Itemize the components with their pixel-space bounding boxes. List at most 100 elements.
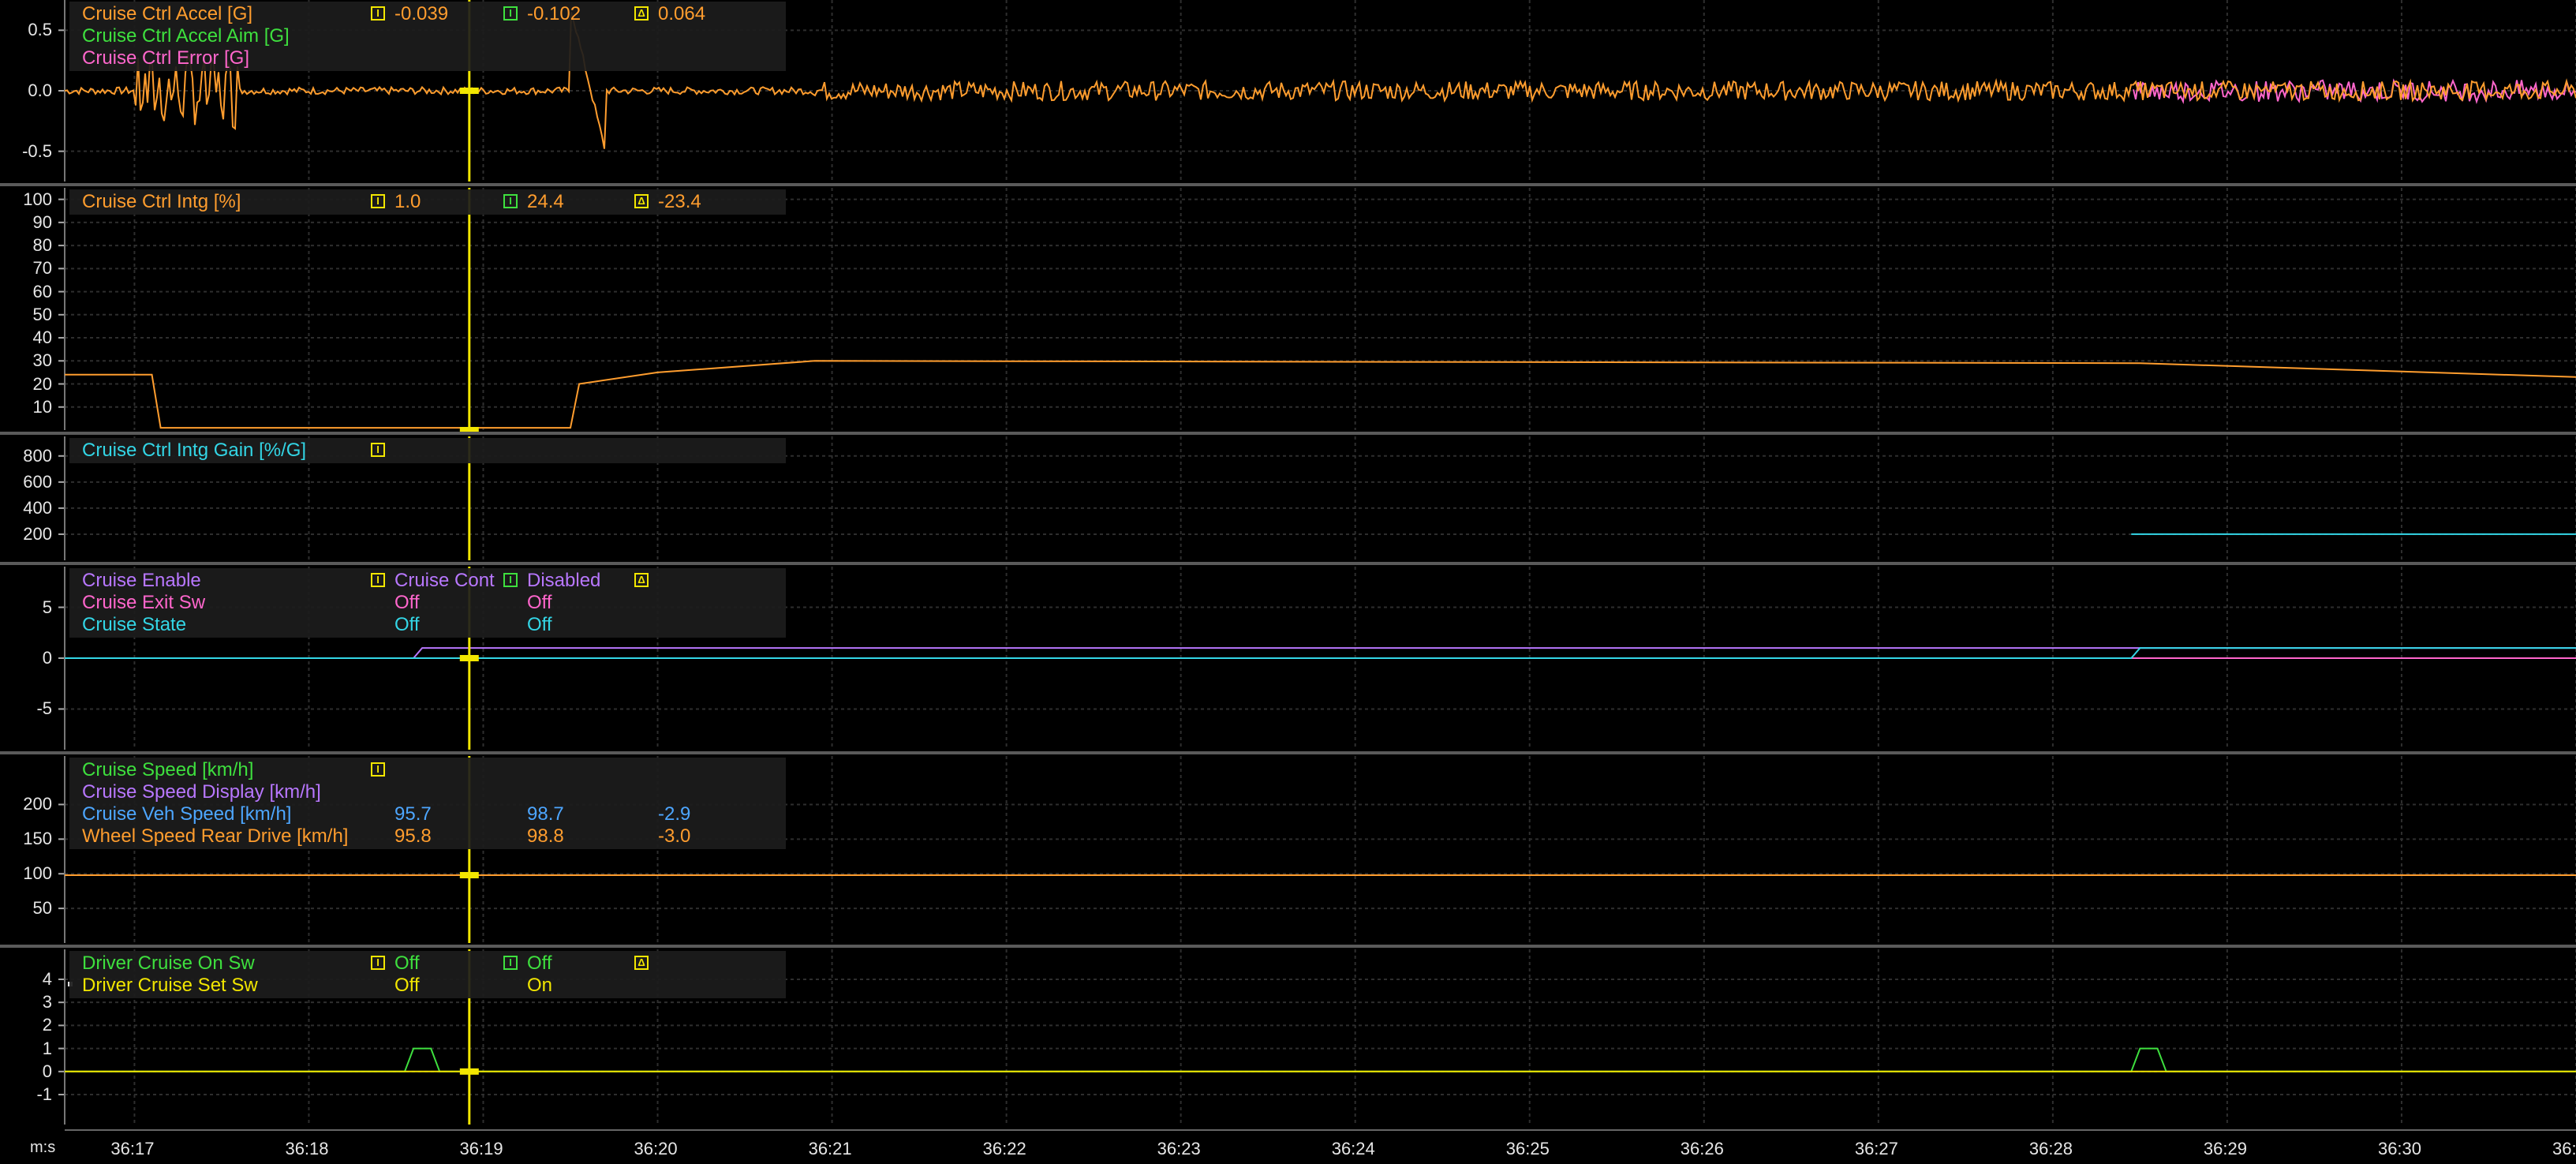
channel-value-v1: Off [394,953,420,974]
cursor-one-icon: I [371,194,385,208]
series-line-driver-cruise-on-sw [65,1047,2576,1072]
channel-value-v2: 98.8 [527,825,564,847]
time-tick-label: 36:24 [1331,1139,1375,1158]
channel-value-delta: 0.064 [658,3,706,24]
panel-separator [0,945,2576,948]
channel-value-delta: -23.4 [658,191,701,212]
time-tick-label: 36:19 [459,1139,503,1158]
channel-value-delta: -2.9 [658,803,691,825]
cursor-handle[interactable] [459,1068,479,1075]
y-tick-label: 800 [23,445,52,466]
channel-name: Driver Cruise On Sw [82,953,255,974]
cursor-one-icon: I [371,443,385,457]
y-tick-label: 200 [23,794,52,814]
y-tick-label: 70 [32,258,52,279]
channel-value-v2: -0.102 [527,3,581,24]
y-tick-label: 4 [42,968,52,989]
channel-value-v2: Off [527,614,552,635]
panel-separator [0,183,2576,186]
channel-value-v2: On [527,975,553,996]
channel-value-v1: 95.7 [394,803,432,825]
cursor-two-icon: I [503,573,518,587]
time-tick-label: 36:17 [110,1139,155,1158]
y-tick-label: 50 [32,304,52,324]
log-viewer: 36:17 36:18 36:19 36:20 36:21 36:22 36:23 36:24… [0,0,2576,1164]
time-tick-label: 36:20 [634,1139,678,1158]
y-tick-label: 100 [23,189,52,209]
channel-value-v2: Off [527,592,552,613]
time-tick-label: 36:22 [982,1139,1026,1158]
y-tick-label: 100 [23,863,52,884]
panel-separator [0,562,2576,565]
time-tick-label: 36:31 [2552,1139,2576,1158]
y-tick-label: 3 [42,992,52,1012]
channel-name: Cruise Ctrl Error [G] [82,47,250,69]
channel-value-v1: Cruise Cont [394,570,495,591]
cursor-two-icon: I [503,194,518,208]
y-tick-label: 1 [42,1038,52,1058]
time-tick-label: 36:21 [808,1139,852,1158]
cursor-two-icon: I [503,6,518,21]
y-tick-label: 400 [23,497,52,518]
time-tick-label: 36:18 [285,1139,329,1158]
y-tick-label: -5 [36,698,52,719]
panel-separator [0,432,2576,435]
channel-value-v1: 1.0 [394,191,421,212]
y-tick-label: 0 [42,648,52,668]
y-tick-label: 80 [32,235,52,256]
time-tick-label: 36:27 [1854,1139,1898,1158]
channel-name: Cruise Ctrl Intg Gain [%/G] [82,440,307,461]
cursor-handle[interactable] [459,655,479,661]
channel-name: Cruise Exit Sw [82,592,206,613]
time-tick-label: 36:23 [1157,1139,1201,1158]
channel-value-delta: -3.0 [658,825,691,847]
channel-name: Cruise Veh Speed [km/h] [82,803,292,825]
cursor-one-icon: I [371,762,385,777]
y-tick-label: 600 [23,471,52,492]
channel-name: Wheel Speed Rear Drive [km/h] [82,825,349,847]
y-tick-label: -1 [36,1084,52,1105]
cursor-one-icon: I [371,956,385,970]
time-axis-unit-label: m:s [30,1139,56,1156]
channel-name: Cruise Speed [km/h] [82,759,254,780]
delta-icon: Δ [634,956,649,970]
y-tick-label: 40 [32,327,52,348]
series-line-cruise-enable [65,647,2576,659]
channel-value-v1: -0.039 [394,3,449,24]
y-tick-label: 0.0 [28,80,52,100]
y-tick-label: 10 [32,396,52,417]
channel-name: Driver Cruise Set Sw [82,975,258,996]
channel-value-v2: Off [527,953,552,974]
time-tick-label: 36:30 [2377,1139,2422,1158]
channel-name: Cruise Ctrl Intg [%] [82,191,241,212]
panel-separator [0,751,2576,754]
y-tick-label: 90 [32,211,52,232]
channel-value-v2: 24.4 [527,191,564,212]
time-tick-label: 36:26 [1680,1139,1724,1158]
delta-icon: Δ [634,6,649,21]
channel-name: Cruise Ctrl Accel Aim [G] [82,25,290,47]
channel-name: Cruise Speed Display [km/h] [82,781,321,803]
time-tick-label: 36:28 [2028,1139,2073,1158]
y-tick-label: 30 [32,350,52,371]
channel-value-v1: 95.8 [394,825,432,847]
y-tick-label: 2 [42,1015,52,1035]
cursor-handle[interactable] [459,871,479,878]
y-tick-label: 20 [32,373,52,394]
channel-value-v1: Off [394,614,420,635]
cursor-one-icon: I [371,6,385,21]
delta-icon: Δ [634,573,649,587]
y-tick-label: -0.5 [22,140,52,161]
channel-value-v1: Off [394,975,420,996]
time-tick-label: 36:25 [1505,1139,1550,1158]
channel-value-v2: 98.7 [527,803,564,825]
y-tick-label: 50 [32,898,52,919]
channel-value-v1: Off [394,592,420,613]
y-tick-label: 5 [42,597,52,617]
cursor-two-icon: I [503,956,518,970]
channel-name: Cruise State [82,614,187,635]
y-tick-label: 60 [32,281,52,301]
cursor-handle[interactable] [459,88,479,94]
series-line-cruise-ctrl-intg [65,360,2576,429]
y-tick-label: 0.5 [28,20,52,40]
